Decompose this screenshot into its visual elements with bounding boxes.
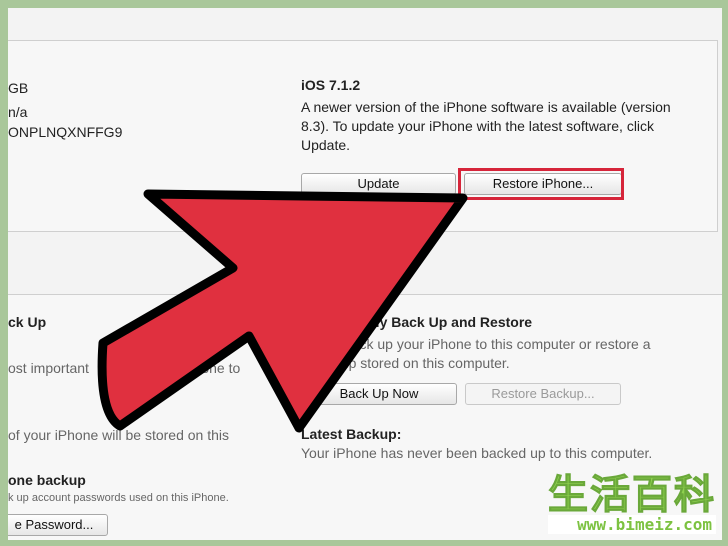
- red-arrow-icon: [97, 189, 468, 433]
- itunes-device-summary: GB n/a ONPLNQXNFFG9 iOS 7.1.2 A newer ve…: [8, 8, 722, 540]
- watermark-chinese: 生活百科: [548, 472, 716, 518]
- site-watermark: 生活百科 www.bimeiz.com: [548, 475, 716, 534]
